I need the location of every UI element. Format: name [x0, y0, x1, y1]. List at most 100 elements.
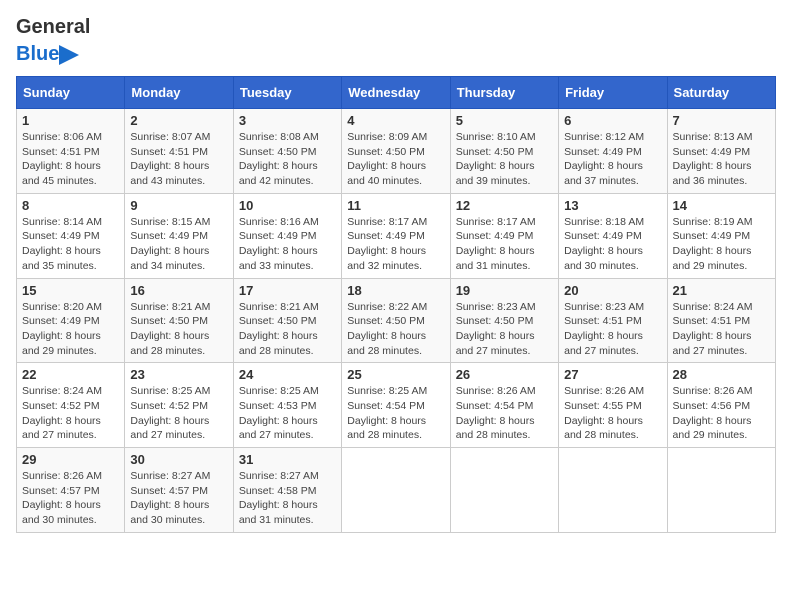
day-cell: 4 Sunrise: 8:09 AMSunset: 4:50 PMDaylight…: [342, 109, 450, 194]
day-cell: 26Sunrise: 8:26 AMSunset: 4:54 PMDayligh…: [450, 363, 558, 448]
day-cell: 11 Sunrise: 8:17 AMSunset: 4:49 PMDayligh…: [342, 193, 450, 278]
day-cell: [342, 448, 450, 533]
day-cell: 10 Sunrise: 8:16 AMSunset: 4:49 PMDayligh…: [233, 193, 341, 278]
logo-blue: Blue: [16, 43, 59, 66]
logo-arrow-icon: [59, 45, 79, 65]
day-detail: Sunrise: 8:24 AMSunset: 4:51 PMDaylight:…: [673, 300, 770, 359]
day-detail: Sunrise: 8:22 AMSunset: 4:50 PMDaylight:…: [347, 300, 444, 359]
day-detail: Sunrise: 8:26 AMSunset: 4:56 PMDaylight:…: [673, 384, 770, 443]
day-detail: Sunrise: 8:08 AMSunset: 4:50 PMDaylight:…: [239, 130, 336, 189]
day-cell: 2 Sunrise: 8:07 AMSunset: 4:51 PMDaylight…: [125, 109, 233, 194]
day-cell: 19Sunrise: 8:23 AMSunset: 4:50 PMDayligh…: [450, 278, 558, 363]
day-number: 6: [564, 113, 661, 128]
day-number: 5: [456, 113, 553, 128]
day-cell: 8Sunrise: 8:14 AMSunset: 4:49 PMDaylight…: [17, 193, 125, 278]
day-detail: Sunrise: 8:26 AMSunset: 4:54 PMDaylight:…: [456, 384, 553, 443]
day-detail: Sunrise: 8:26 AMSunset: 4:57 PMDaylight:…: [22, 469, 119, 528]
day-cell: 22 Sunrise: 8:24 AMSunset: 4:52 PMDayligh…: [17, 363, 125, 448]
day-cell: 1Sunrise: 8:06 AMSunset: 4:51 PMDaylight…: [17, 109, 125, 194]
day-detail: Sunrise: 8:17 AMSunset: 4:49 PMDaylight:…: [347, 215, 444, 274]
day-number: 25: [347, 367, 444, 382]
week-row-5: 29 Sunrise: 8:26 AMSunset: 4:57 PMDayligh…: [17, 448, 776, 533]
day-detail: Sunrise: 8:07 AMSunset: 4:51 PMDaylight:…: [130, 130, 227, 189]
logo-general: General: [16, 16, 90, 39]
day-number: 24: [239, 367, 336, 382]
header-cell-wednesday: Wednesday: [342, 77, 450, 109]
day-number: 21: [673, 283, 770, 298]
day-detail: Sunrise: 8:16 AMSunset: 4:49 PMDaylight:…: [239, 215, 336, 274]
day-cell: 12 Sunrise: 8:17 AMSunset: 4:49 PMDayligh…: [450, 193, 558, 278]
day-detail: Sunrise: 8:24 AMSunset: 4:52 PMDaylight:…: [22, 384, 119, 443]
day-cell: 29 Sunrise: 8:26 AMSunset: 4:57 PMDayligh…: [17, 448, 125, 533]
day-number: 4: [347, 113, 444, 128]
day-number: 17: [239, 283, 336, 298]
calendar-header-row: SundayMondayTuesdayWednesdayThursdayFrid…: [17, 77, 776, 109]
day-number: 14: [673, 198, 770, 213]
day-cell: 6 Sunrise: 8:12 AMSunset: 4:49 PMDaylight…: [559, 109, 667, 194]
day-cell: 9Sunrise: 8:15 AMSunset: 4:49 PMDaylight…: [125, 193, 233, 278]
day-detail: Sunrise: 8:20 AMSunset: 4:49 PMDaylight:…: [22, 300, 119, 359]
day-cell: 7 Sunrise: 8:13 AMSunset: 4:49 PMDaylight…: [667, 109, 775, 194]
week-row-3: 15 Sunrise: 8:20 AMSunset: 4:49 PMDayligh…: [17, 278, 776, 363]
day-number: 19: [456, 283, 553, 298]
day-detail: Sunrise: 8:21 AMSunset: 4:50 PMDaylight:…: [130, 300, 227, 359]
day-number: 30: [130, 452, 227, 467]
day-number: 1: [22, 113, 119, 128]
day-detail: Sunrise: 8:27 AMSunset: 4:58 PMDaylight:…: [239, 469, 336, 528]
header-cell-tuesday: Tuesday: [233, 77, 341, 109]
day-cell: 23 Sunrise: 8:25 AMSunset: 4:52 PMDayligh…: [125, 363, 233, 448]
header-cell-friday: Friday: [559, 77, 667, 109]
day-cell: 25 Sunrise: 8:25 AMSunset: 4:54 PMDayligh…: [342, 363, 450, 448]
day-number: 2: [130, 113, 227, 128]
day-number: 10: [239, 198, 336, 213]
day-detail: Sunrise: 8:25 AMSunset: 4:52 PMDaylight:…: [130, 384, 227, 443]
day-number: 29: [22, 452, 119, 467]
day-number: 16: [130, 283, 227, 298]
day-detail: Sunrise: 8:17 AMSunset: 4:49 PMDaylight:…: [456, 215, 553, 274]
day-number: 15: [22, 283, 119, 298]
day-cell: 30 Sunrise: 8:27 AMSunset: 4:57 PMDayligh…: [125, 448, 233, 533]
day-number: 3: [239, 113, 336, 128]
day-number: 20: [564, 283, 661, 298]
day-cell: 13Sunrise: 8:18 AMSunset: 4:49 PMDayligh…: [559, 193, 667, 278]
day-cell: 5Sunrise: 8:10 AMSunset: 4:50 PMDaylight…: [450, 109, 558, 194]
day-detail: Sunrise: 8:27 AMSunset: 4:57 PMDaylight:…: [130, 469, 227, 528]
day-number: 7: [673, 113, 770, 128]
logo: General Blue: [16, 16, 90, 66]
day-cell: 17Sunrise: 8:21 AMSunset: 4:50 PMDayligh…: [233, 278, 341, 363]
day-number: 31: [239, 452, 336, 467]
header-cell-saturday: Saturday: [667, 77, 775, 109]
day-number: 27: [564, 367, 661, 382]
day-cell: 28 Sunrise: 8:26 AMSunset: 4:56 PMDayligh…: [667, 363, 775, 448]
day-number: 8: [22, 198, 119, 213]
day-number: 22: [22, 367, 119, 382]
day-cell: 15 Sunrise: 8:20 AMSunset: 4:49 PMDayligh…: [17, 278, 125, 363]
day-cell: 18Sunrise: 8:22 AMSunset: 4:50 PMDayligh…: [342, 278, 450, 363]
day-cell: 16 Sunrise: 8:21 AMSunset: 4:50 PMDayligh…: [125, 278, 233, 363]
day-detail: Sunrise: 8:12 AMSunset: 4:49 PMDaylight:…: [564, 130, 661, 189]
day-cell: [450, 448, 558, 533]
day-detail: Sunrise: 8:18 AMSunset: 4:49 PMDaylight:…: [564, 215, 661, 274]
header-cell-thursday: Thursday: [450, 77, 558, 109]
calendar-body: 1Sunrise: 8:06 AMSunset: 4:51 PMDaylight…: [17, 109, 776, 533]
day-cell: 31 Sunrise: 8:27 AMSunset: 4:58 PMDayligh…: [233, 448, 341, 533]
day-number: 28: [673, 367, 770, 382]
day-cell: 20Sunrise: 8:23 AMSunset: 4:51 PMDayligh…: [559, 278, 667, 363]
day-number: 11: [347, 198, 444, 213]
week-row-2: 8Sunrise: 8:14 AMSunset: 4:49 PMDaylight…: [17, 193, 776, 278]
day-cell: [667, 448, 775, 533]
day-number: 12: [456, 198, 553, 213]
day-cell: 27 Sunrise: 8:26 AMSunset: 4:55 PMDayligh…: [559, 363, 667, 448]
day-detail: Sunrise: 8:15 AMSunset: 4:49 PMDaylight:…: [130, 215, 227, 274]
day-detail: Sunrise: 8:25 AMSunset: 4:54 PMDaylight:…: [347, 384, 444, 443]
week-row-4: 22 Sunrise: 8:24 AMSunset: 4:52 PMDayligh…: [17, 363, 776, 448]
week-row-1: 1Sunrise: 8:06 AMSunset: 4:51 PMDaylight…: [17, 109, 776, 194]
day-number: 23: [130, 367, 227, 382]
day-cell: 24Sunrise: 8:25 AMSunset: 4:53 PMDayligh…: [233, 363, 341, 448]
day-detail: Sunrise: 8:19 AMSunset: 4:49 PMDaylight:…: [673, 215, 770, 274]
day-detail: Sunrise: 8:26 AMSunset: 4:55 PMDaylight:…: [564, 384, 661, 443]
day-detail: Sunrise: 8:13 AMSunset: 4:49 PMDaylight:…: [673, 130, 770, 189]
day-detail: Sunrise: 8:09 AMSunset: 4:50 PMDaylight:…: [347, 130, 444, 189]
header-cell-sunday: Sunday: [17, 77, 125, 109]
day-cell: 14 Sunrise: 8:19 AMSunset: 4:49 PMDayligh…: [667, 193, 775, 278]
